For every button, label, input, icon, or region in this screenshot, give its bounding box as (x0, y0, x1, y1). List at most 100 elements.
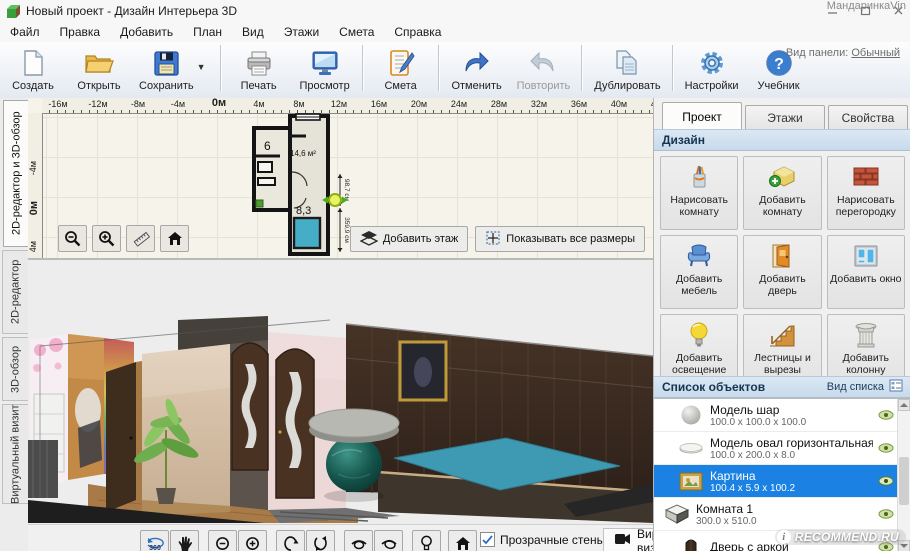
svg-text:?: ? (774, 56, 784, 73)
brick-wall-icon (852, 163, 880, 191)
tab-floors[interactable]: Этажи (745, 105, 825, 130)
panel-view-setting: Вид панели: Обычный (786, 47, 900, 59)
estimate-button[interactable]: Смета (368, 43, 434, 95)
new-project-button[interactable]: Создать (0, 43, 66, 95)
transparent-walls-checkbox[interactable]: Прозрачные стены (480, 532, 605, 547)
add-furniture-button[interactable]: Добавить мебель (660, 235, 738, 309)
draw-room-button[interactable]: Нарисовать комнату (660, 156, 738, 230)
undo-button[interactable]: Отменить (444, 43, 510, 95)
tab-2d-and-3d[interactable]: 2D-редактор и 3D-обзор (3, 100, 29, 247)
duplicate-button[interactable]: Дублировать (587, 43, 667, 95)
oval-model-icon (676, 441, 706, 455)
3d-scene[interactable] (28, 260, 653, 524)
right-panel: Проект Этажи Свойства Дизайн Нарисовать … (653, 98, 910, 551)
open-folder-icon (84, 48, 114, 78)
list-view-toggle[interactable]: Вид списка (827, 379, 903, 395)
save-dropdown-arrow-icon[interactable]: ▼ (194, 62, 209, 72)
save-project-button[interactable]: Сохранить ▼ (132, 43, 216, 95)
print-button[interactable]: Печать (226, 43, 292, 95)
workspace-tab-strip: 2D-редактор и 3D-обзор 2D-редактор 3D-об… (0, 98, 29, 551)
tab-virtual-visit[interactable]: Виртуальный визит (2, 404, 28, 504)
zoom-out-3d-button[interactable] (208, 530, 237, 551)
toolbar-separator (581, 45, 583, 91)
estimate-notepad-icon (387, 48, 415, 78)
minimize-icon[interactable] (827, 5, 838, 18)
view-3d-viewport (28, 260, 653, 524)
duplicate-pages-icon (613, 48, 641, 78)
menu-help[interactable]: Справка (384, 23, 451, 41)
menu-edit[interactable]: Правка (50, 23, 111, 41)
look-left-button[interactable] (344, 530, 373, 551)
objects-list: Модель шар 100.0 x 100.0 x 100.0 Модель … (654, 398, 910, 551)
menu-view[interactable]: Вид (232, 23, 274, 41)
visibility-eye-icon[interactable] (873, 410, 899, 420)
plan-room-bottom-label: 8,3 (296, 205, 311, 217)
add-door-button[interactable]: Добавить дверь (743, 235, 821, 309)
add-window-button[interactable]: Добавить окно (827, 235, 905, 309)
add-floor-button[interactable]: Добавить этаж (350, 226, 468, 252)
menu-file[interactable]: Файл (0, 23, 50, 41)
arched-door-2 (276, 349, 314, 498)
application-window: Новый проект - Дизайн Интерьера 3D Манда… (0, 0, 910, 551)
zoom-in-button[interactable] (92, 225, 121, 252)
rotate-360-button[interactable]: 360 (140, 530, 169, 551)
pan-hand-button[interactable] (170, 530, 199, 551)
rotate-horizontal-button[interactable] (306, 530, 335, 551)
plan-selection-handle[interactable] (329, 194, 341, 206)
visibility-eye-icon[interactable] (873, 443, 899, 453)
vertical-ruler: -4м 0м 4м (28, 113, 43, 258)
visibility-eye-icon[interactable] (873, 542, 899, 551)
tab-project[interactable]: Проект (662, 102, 742, 130)
menu-floors[interactable]: Этажи (274, 23, 329, 41)
floors-stack-icon (360, 230, 378, 249)
plan-zoom-toolbar (58, 225, 189, 252)
object-row-sphere[interactable]: Модель шар 100.0 x 100.0 x 100.0 (654, 399, 910, 432)
zoom-out-button[interactable] (58, 225, 87, 252)
menu-estimate[interactable]: Смета (329, 23, 384, 41)
main-toolbar: Создать Открыть Сохранить ▼ Печать Просм… (0, 42, 910, 99)
zoom-in-3d-button[interactable] (238, 530, 267, 551)
scroll-up-icon[interactable] (898, 399, 910, 411)
menu-add[interactable]: Добавить (110, 23, 183, 41)
wall-picture (400, 342, 446, 400)
maximize-icon[interactable] (860, 5, 871, 18)
show-all-dimensions-button[interactable]: Показывать все размеры (475, 226, 645, 252)
arched-door-1 (232, 343, 268, 470)
close-icon[interactable] (893, 5, 904, 18)
door-icon (769, 242, 795, 270)
visibility-eye-icon[interactable] (873, 509, 899, 519)
add-room-button[interactable]: Добавить комнату (743, 156, 821, 230)
title-bar: Новый проект - Дизайн Интерьера 3D Манда… (0, 0, 910, 23)
redo-arrow-icon (529, 48, 557, 78)
objects-scrollbar[interactable] (897, 399, 910, 551)
menu-plan[interactable]: План (183, 23, 232, 41)
open-project-button[interactable]: Открыть (66, 43, 132, 95)
visibility-eye-icon[interactable] (873, 476, 899, 486)
object-row-oval[interactable]: Модель овал горизонтальная 100.0 x 200.0… (654, 432, 910, 465)
undo-arrow-icon (463, 48, 491, 78)
settings-button[interactable]: Настройки (678, 43, 746, 95)
preview-button[interactable]: Просмотр (292, 43, 358, 95)
tab-properties[interactable]: Свойства (828, 105, 908, 130)
panel-view-link[interactable]: Обычный (851, 47, 900, 59)
scrollbar-thumb[interactable] (899, 457, 909, 505)
home-3d-button[interactable] (448, 530, 477, 551)
look-right-button[interactable] (374, 530, 403, 551)
scroll-down-icon[interactable] (898, 540, 910, 551)
draw-partition-button[interactable]: Нарисовать перегородку (827, 156, 905, 230)
add-room-icon (768, 163, 796, 191)
toolbar-separator (672, 45, 674, 91)
object-row-room[interactable]: Комната 1 300.0 x 510.0 (654, 498, 910, 531)
object-row-arched-door[interactable]: Дверь с аркой (654, 531, 910, 551)
dimensions-icon (485, 230, 501, 249)
tab-3d-view[interactable]: 3D-обзор (2, 337, 28, 401)
redo-button[interactable]: Повторить (510, 43, 578, 95)
rotate-vertical-button[interactable] (276, 530, 305, 551)
measure-ruler-button[interactable] (126, 225, 155, 252)
checkbox-check-icon (480, 532, 495, 547)
floor-plan-drawing[interactable]: 6 14,6 м² 8,3 98,7 см 359,9 см (248, 112, 366, 258)
home-view-button[interactable] (160, 225, 189, 252)
lighting-button[interactable] (412, 530, 441, 551)
tab-2d-editor[interactable]: 2D-редактор (2, 250, 28, 334)
object-row-picture-selected[interactable]: Картина 100.4 x 5.9 x 100.2 (654, 465, 910, 498)
